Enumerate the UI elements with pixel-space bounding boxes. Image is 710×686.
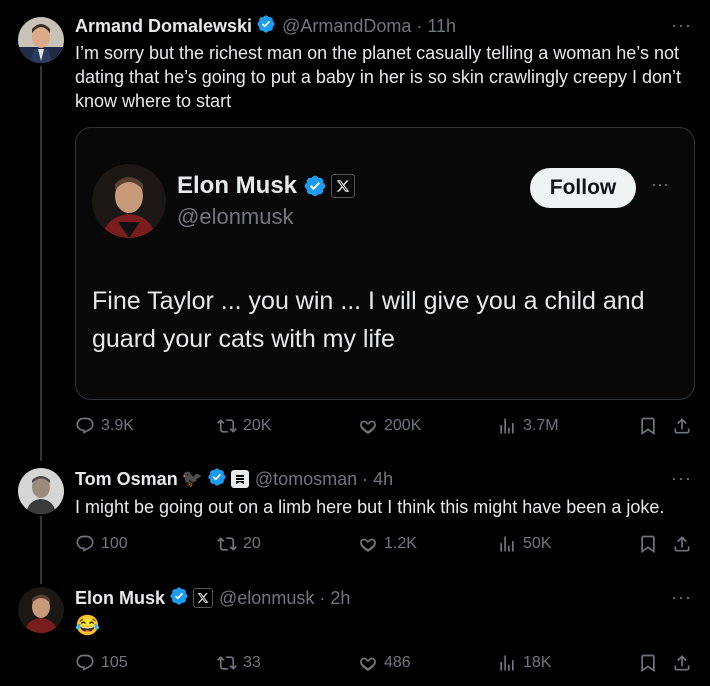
quote-author-handle[interactable]: @elonmusk [177,204,294,230]
views-count: 18K [523,654,552,671]
like-icon [360,657,376,671]
share-icon [674,536,690,552]
reply-count: 3.9K [101,417,134,434]
post-armand[interactable]: Armand Domalewski @ArmandDoma · 11h ··· … [0,14,710,455]
quote-text: Fine Taylor ... you win ... I will give … [92,287,645,353]
author-handle[interactable]: @ArmandDoma · 11h [282,16,456,37]
share-button[interactable] [672,416,698,436]
author-name[interactable]: Elon Musk [75,588,165,609]
views-count: 50K [523,535,552,552]
verified-badge-icon [256,14,276,39]
verified-badge-icon [169,586,189,611]
quote-avatar[interactable] [92,164,166,238]
more-options-icon[interactable]: ··· [671,468,692,489]
verified-badge-icon [303,174,327,198]
like-count: 200K [384,417,422,434]
bird-emoji: 🐦‍⬛ [181,469,203,488]
x-logo-icon [331,174,356,198]
post-actions: 100 20 1.2K 50K [75,534,695,558]
author-name[interactable]: Armand Domalewski [75,16,252,37]
quote-author-name[interactable]: Elon Musk [177,172,297,200]
substack-icon [230,470,249,488]
reply-button[interactable]: 100 [75,534,128,554]
avatar[interactable] [18,468,64,514]
like-icon [360,538,376,552]
repost-icon [217,419,237,433]
bookmark-button[interactable] [638,416,664,436]
views-button[interactable]: 3.7M [497,416,559,436]
author-name[interactable]: Tom Osman [75,469,178,490]
avatar[interactable] [18,587,64,633]
bookmark-icon [641,535,655,554]
quoted-post[interactable]: Elon Musk @elonmusk Follow ··· Fine Tayl… [75,127,695,400]
views-count: 3.7M [523,417,559,434]
repost-count: 20 [243,535,261,552]
share-button[interactable] [672,653,698,673]
like-count: 486 [384,654,411,671]
views-button[interactable]: 50K [497,534,551,554]
views-button[interactable]: 18K [497,653,551,673]
post-actions: 105 33 486 18K [75,653,695,677]
author-handle[interactable]: @tomosman · 4h [255,469,393,490]
verified-badge-icon [207,467,227,492]
bookmark-icon [641,417,655,436]
share-icon [674,418,690,434]
like-button[interactable]: 1.2K [358,534,417,554]
post-tom[interactable]: Tom Osman 🐦‍⬛ @tomosman · 4h ··· I might… [0,467,710,578]
post-elon[interactable]: Elon Musk @elonmusk · 2h ··· 😂 105 33 48… [0,586,710,686]
more-options-icon[interactable]: ··· [671,15,692,36]
reply-button[interactable]: 3.9K [75,416,134,436]
share-icon [674,655,690,671]
x-logo-icon [193,588,214,608]
views-icon [500,655,514,671]
repost-count: 33 [243,654,261,671]
like-icon [360,420,376,434]
reply-icon [76,535,94,552]
avatar[interactable] [18,17,64,63]
repost-button[interactable]: 33 [217,653,261,673]
repost-count: 20K [243,417,272,434]
post-actions: 3.9K 20K 200K 3.7M [75,416,695,440]
repost-button[interactable]: 20 [217,534,261,554]
post-header: Elon Musk @elonmusk · 2h [75,586,350,611]
repost-icon [217,656,237,670]
like-button[interactable]: 200K [358,416,421,436]
quote-header: Elon Musk [177,172,356,200]
reply-count: 105 [101,654,128,671]
follow-button[interactable]: Follow [530,168,636,208]
repost-icon [217,537,237,551]
post-header: Armand Domalewski @ArmandDoma · 11h [75,14,456,39]
author-handle[interactable]: @elonmusk · 2h [219,588,350,609]
bookmark-icon [641,654,655,673]
bookmark-button[interactable] [638,534,664,554]
repost-button[interactable]: 20K [217,416,271,436]
like-button[interactable]: 486 [358,653,411,673]
share-button[interactable] [672,534,698,554]
more-options-icon[interactable]: ··· [671,587,692,608]
bookmark-button[interactable] [638,653,664,673]
reply-button[interactable]: 105 [75,653,128,673]
more-options-icon[interactable]: ··· [651,174,669,195]
reply-icon [76,654,94,671]
post-text: I might be going out on a limb here but … [75,497,665,517]
views-icon [500,536,514,552]
like-count: 1.2K [384,535,417,552]
reply-count: 100 [101,535,128,552]
views-icon [500,418,514,434]
reply-icon [76,417,94,434]
post-header: Tom Osman 🐦‍⬛ @tomosman · 4h [75,467,393,492]
post-text: I’m sorry but the richest man on the pla… [75,43,682,111]
post-text: 😂 [75,615,100,637]
